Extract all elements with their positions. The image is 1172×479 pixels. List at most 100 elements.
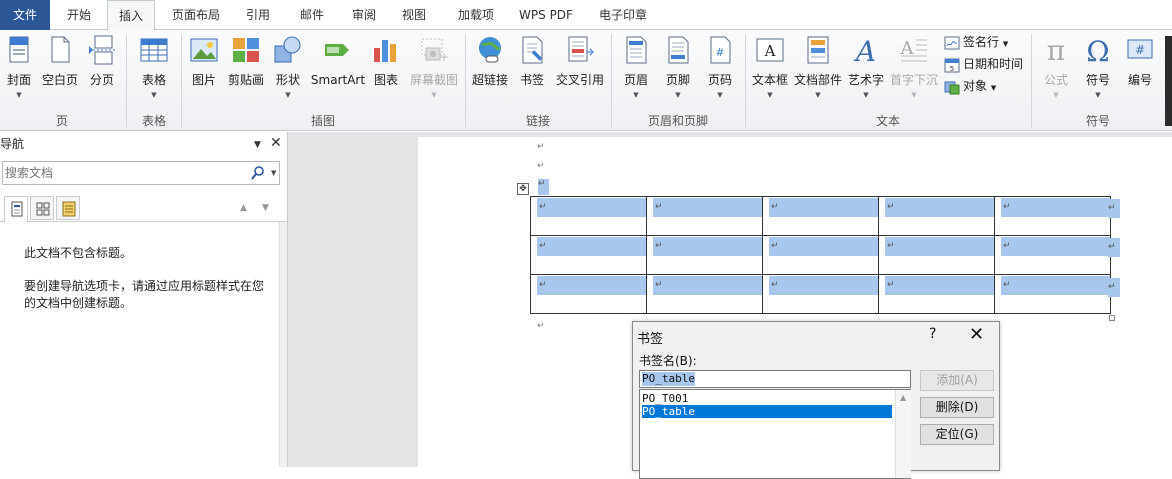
- bookmark-name-input[interactable]: PO_table: [639, 370, 911, 388]
- table-cell[interactable]: ↵: [878, 196, 995, 236]
- tab-addins[interactable]: 加载项: [446, 0, 506, 30]
- symbol-button[interactable]: Ω 符号 ▼: [1080, 32, 1116, 112]
- shapes-button[interactable]: 形状 ▼: [272, 32, 304, 112]
- nav-search-input[interactable]: [5, 164, 241, 182]
- table-row: ↵ ↵ ↵ ↵ ↵: [530, 196, 1111, 236]
- table-button[interactable]: 表格 ▼: [134, 32, 174, 112]
- table-cell[interactable]: ↵: [530, 274, 647, 314]
- chevron-down-icon: ▼: [1002, 40, 1009, 48]
- nav-scrollbar[interactable]: [279, 222, 287, 467]
- date-time-button[interactable]: 5 日期和时间: [944, 54, 1023, 74]
- equation-button[interactable]: π 公式 ▼: [1038, 32, 1074, 112]
- bookmark-button[interactable]: 书签: [516, 32, 548, 112]
- nav-pane-close-icon[interactable]: ✕: [270, 135, 282, 151]
- signature-line-button[interactable]: 签名行 ▼: [944, 32, 1008, 52]
- table-row: ↵ ↵ ↵ ↵ ↵: [530, 274, 1111, 314]
- table-cell[interactable]: ↵: [878, 235, 995, 275]
- blank-page-button[interactable]: 空白页: [40, 32, 80, 112]
- tab-pages[interactable]: [30, 196, 54, 220]
- header-icon: [626, 36, 647, 64]
- document-table[interactable]: ↵ ↵ ↵ ↵ ↵ ↵ ↵ ↵ ↵ ↵ ↵ ↵ ↵ ↵ ↵: [530, 196, 1111, 314]
- chart-button[interactable]: 图表: [370, 32, 402, 112]
- textbox-icon: A: [756, 38, 784, 62]
- chevron-down-icon[interactable]: ▼: [271, 169, 276, 177]
- footer-icon: [668, 36, 689, 64]
- tab-home[interactable]: 开始: [52, 0, 106, 30]
- tab-insert[interactable]: 插入: [107, 0, 155, 31]
- screenshot-icon: [421, 38, 448, 61]
- bookmark-list[interactable]: PO_T001 PO_table ▲: [639, 389, 911, 479]
- table-cell[interactable]: ↵: [646, 196, 763, 236]
- chevron-down-icon: ▼: [1053, 91, 1059, 99]
- tab-wps-pdf[interactable]: WPS PDF: [512, 0, 580, 30]
- next-icon[interactable]: ▼: [262, 203, 269, 213]
- cell-paragraph-mark: ↵: [537, 237, 646, 256]
- tab-review[interactable]: 审阅: [340, 0, 388, 30]
- cross-reference-button[interactable]: 交叉引用: [554, 32, 606, 112]
- row-end-mark: ↵: [1108, 238, 1120, 257]
- dropcap-button[interactable]: A 首字下沉 ▼: [888, 32, 940, 112]
- clipart-button[interactable]: 剪贴画: [226, 32, 266, 112]
- chevron-down-icon: ▼: [633, 91, 639, 99]
- footer-button[interactable]: 页脚 ▼: [660, 32, 696, 112]
- calendar-icon: 5: [944, 58, 960, 73]
- scroll-up-icon[interactable]: ▲: [900, 393, 906, 402]
- table-cell[interactable]: ↵: [762, 196, 879, 236]
- group-divider: [126, 34, 127, 128]
- tab-results[interactable]: [56, 196, 80, 220]
- table-cell[interactable]: ↵: [762, 235, 879, 275]
- object-button[interactable]: 对象 ▼: [944, 76, 996, 96]
- picture-icon: [190, 38, 218, 62]
- tab-references[interactable]: 引用: [236, 0, 280, 30]
- bookmark-list-item[interactable]: PO_T001: [642, 392, 892, 405]
- table-cell[interactable]: ↵: [646, 274, 763, 314]
- table-resize-handle[interactable]: [1109, 315, 1115, 321]
- previous-icon[interactable]: ▲: [240, 203, 247, 213]
- tab-headings[interactable]: [4, 196, 28, 223]
- screenshot-button[interactable]: 屏幕截图 ▼: [406, 32, 462, 112]
- table-cell[interactable]: ↵: [762, 274, 879, 314]
- header-button[interactable]: 页眉 ▼: [618, 32, 654, 112]
- picture-button[interactable]: 图片: [186, 32, 222, 112]
- delete-button[interactable]: 删除(D): [920, 397, 994, 418]
- table-cell[interactable]: ↵: [530, 196, 647, 236]
- quick-parts-button[interactable]: 文档部件 ▼: [794, 32, 842, 112]
- table-row: ↵ ↵ ↵ ↵ ↵: [530, 235, 1111, 275]
- nav-pane-menu-icon[interactable]: ▼: [254, 140, 261, 150]
- textbox-button[interactable]: A 文本框 ▼: [750, 32, 790, 112]
- tab-view[interactable]: 视图: [390, 0, 438, 30]
- page-break-button[interactable]: 分页: [86, 32, 118, 112]
- hyperlink-button[interactable]: 超链接: [470, 32, 510, 112]
- clipart-icon: [233, 38, 259, 62]
- table-cell[interactable]: ↵: [530, 235, 647, 275]
- group-label-symbols: 符号: [1085, 114, 1110, 128]
- table-cell[interactable]: ↵: [878, 274, 995, 314]
- ribbon-tab-bar: 文件 开始 插入 页面布局 引用 邮件 审阅 视图 加载项 WPS PDF 电子…: [0, 0, 1172, 31]
- tab-page-layout[interactable]: 页面布局: [160, 0, 232, 30]
- cover-button[interactable]: 封面 ▼: [2, 32, 36, 112]
- table-cell[interactable]: ↵: [994, 274, 1111, 314]
- wordart-button[interactable]: A 艺术字 ▼: [846, 32, 886, 112]
- smartart-button[interactable]: SmartArt: [310, 32, 366, 112]
- chevron-down-icon: ▼: [16, 91, 22, 99]
- table-cell[interactable]: ↵: [646, 235, 763, 275]
- bookmark-list-item-selected[interactable]: PO_table: [642, 405, 892, 418]
- tab-mailings[interactable]: 邮件: [288, 0, 336, 30]
- help-icon[interactable]: ?: [929, 326, 936, 342]
- bookmark-list-scrollbar[interactable]: ▲: [895, 390, 911, 478]
- tab-e-seal[interactable]: 电子印章: [592, 0, 654, 30]
- table-cell[interactable]: ↵: [994, 235, 1111, 275]
- cell-paragraph-mark: ↵: [537, 276, 646, 295]
- tab-file[interactable]: 文件: [0, 0, 50, 30]
- numbering-button[interactable]: # 编号: [1122, 32, 1158, 112]
- search-icon[interactable]: [251, 165, 265, 181]
- page-number-button[interactable]: # 页码 ▼: [702, 32, 738, 112]
- cell-paragraph-mark: ↵: [769, 237, 878, 256]
- add-button[interactable]: 添加(A): [920, 370, 994, 391]
- close-icon[interactable]: ✕: [969, 324, 984, 345]
- goto-button[interactable]: 定位(G): [920, 424, 994, 445]
- table-move-handle-icon[interactable]: ✥: [517, 183, 529, 195]
- table-cell[interactable]: ↵: [994, 196, 1111, 236]
- chevron-down-icon: ▼: [863, 91, 869, 99]
- cell-paragraph-mark: ↵: [885, 237, 994, 256]
